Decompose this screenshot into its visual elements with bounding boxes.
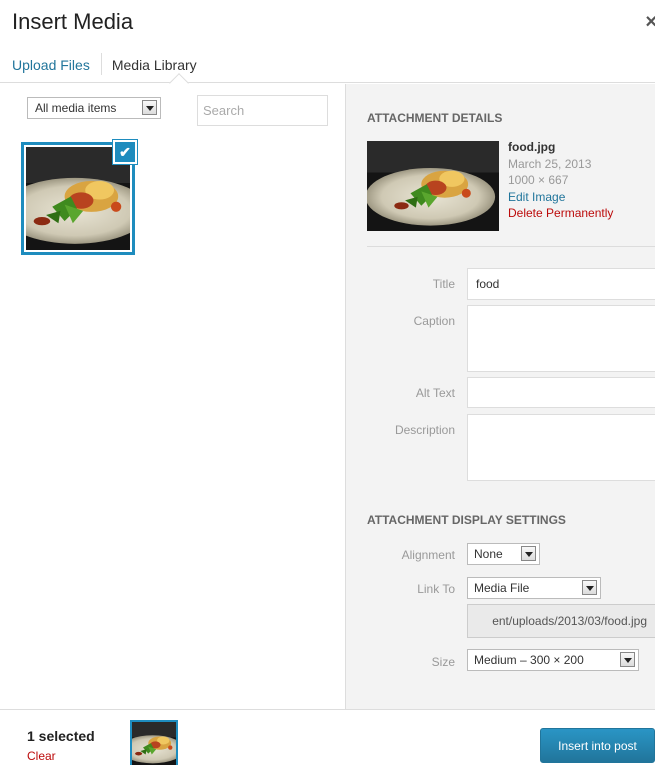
chevron-down-icon (521, 546, 536, 561)
delete-permanently-link[interactable]: Delete Permanently (508, 205, 613, 222)
media-filter-select[interactable]: All media items (27, 97, 161, 119)
title-field[interactable] (467, 268, 655, 300)
display-settings-heading: ATTACHMENT DISPLAY SETTINGS (367, 513, 566, 527)
size-select[interactable]: Medium – 300 × 200 (467, 649, 639, 671)
size-value: Medium – 300 × 200 (474, 653, 584, 667)
attachment-sidebar: ATTACHMENT DETAILS food.jpg March 25, 20… (345, 84, 655, 709)
link-to-label: Link To (417, 582, 455, 596)
search-input[interactable] (197, 95, 328, 126)
tab-upload-files[interactable]: Upload Files (12, 57, 90, 73)
check-icon[interactable]: ✔ (113, 140, 137, 164)
edit-image-link[interactable]: Edit Image (508, 189, 613, 206)
food-photo (132, 722, 176, 765)
alignment-select[interactable]: None (467, 543, 540, 565)
modal-footer: 1 selected Clear Insert into post (0, 709, 655, 765)
detail-preview-image (367, 141, 499, 231)
attachment-details-heading: ATTACHMENT DETAILS (367, 111, 503, 125)
modal-header: Insert Media × Upload Files Media Library (0, 0, 655, 83)
link-to-select[interactable]: Media File (467, 577, 601, 599)
tab-divider (100, 53, 102, 75)
chevron-down-icon (620, 652, 635, 667)
link-to-value: Media File (474, 581, 530, 595)
description-label: Description (394, 423, 455, 437)
media-filter-value: All media items (35, 101, 117, 115)
clear-selection-link[interactable]: Clear (27, 749, 56, 763)
alt-text-label: Alt Text (415, 386, 455, 400)
attachment-thumbnail[interactable]: ✔ (21, 140, 137, 255)
alt-text-field[interactable] (467, 377, 655, 408)
insert-into-post-button[interactable]: Insert into post (540, 728, 655, 763)
tab-media-library[interactable]: Media Library (112, 57, 197, 73)
media-library-panel: All media items ✔ (0, 84, 345, 709)
size-label: Size (431, 655, 455, 669)
alignment-label: Alignment (401, 548, 455, 562)
chevron-down-icon (582, 580, 597, 595)
description-field[interactable] (467, 414, 655, 481)
selected-thumbnail[interactable] (130, 720, 178, 765)
food-photo (367, 141, 499, 231)
media-tabs: Upload Files Media Library (12, 53, 197, 77)
link-url-field[interactable]: ent/uploads/2013/03/food.jpg (467, 604, 655, 638)
selection-count: 1 selected (27, 728, 95, 744)
close-icon[interactable]: × (645, 12, 655, 32)
title-label: Title (432, 277, 455, 291)
attachment-meta: food.jpg March 25, 2013 1000 × 667 Edit … (508, 139, 613, 222)
alignment-value: None (474, 547, 503, 561)
caption-field[interactable] (467, 305, 655, 372)
divider (367, 246, 655, 247)
image-dimensions: 1000 × 667 (508, 173, 569, 187)
filename: food.jpg (508, 140, 556, 154)
chevron-down-icon (142, 100, 157, 115)
caption-label: Caption (413, 314, 455, 328)
modal-title: Insert Media (12, 9, 134, 34)
upload-date: March 25, 2013 (508, 156, 592, 171)
